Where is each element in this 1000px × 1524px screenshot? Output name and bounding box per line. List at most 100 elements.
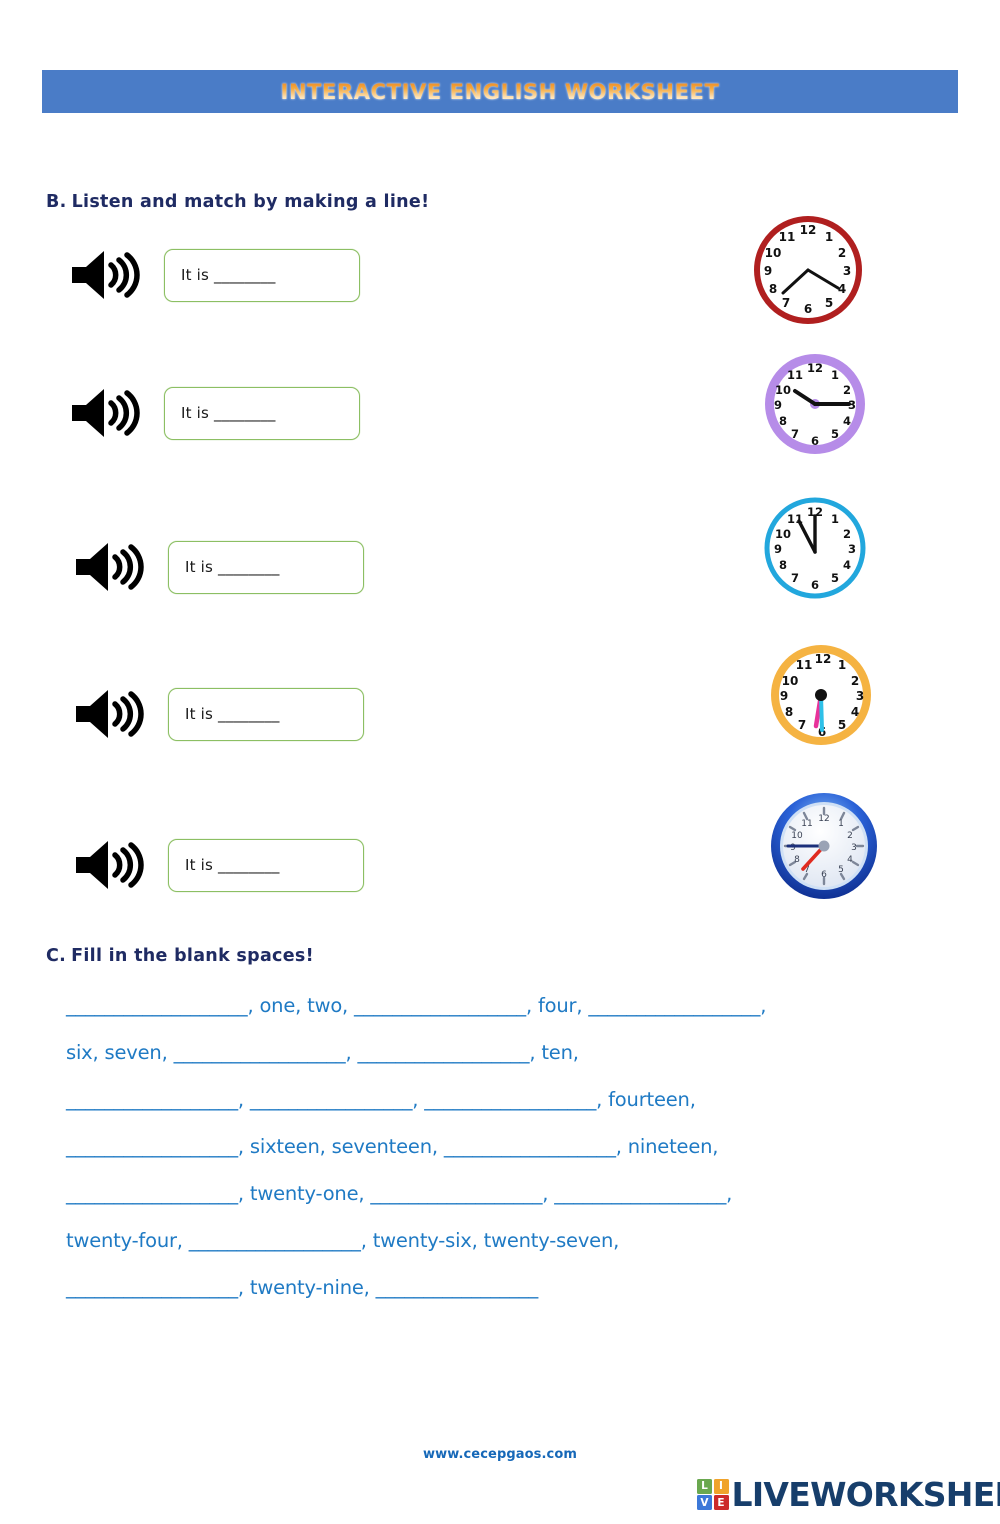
svg-text:9: 9 xyxy=(764,264,772,278)
svg-text:8: 8 xyxy=(785,705,793,719)
worksheet-page: INTERACTIVE ENGLISH WORKSHEET B. Listen a… xyxy=(0,0,1000,1524)
svg-text:7: 7 xyxy=(798,718,806,732)
clock-orange[interactable]: 12 1 2 345 678 9 10 11 xyxy=(766,640,876,750)
clock-red[interactable]: 12 1 2 345 678 9 10 11 xyxy=(752,212,864,328)
section-c-heading: C. Fill in the blank spaces! xyxy=(46,946,314,966)
section-b-letter-text: B. xyxy=(46,192,67,212)
speaker-icon-svg xyxy=(76,841,144,889)
svg-text:6: 6 xyxy=(811,578,819,592)
clock-red-svg: 12 12 345 678 91011 xyxy=(754,216,862,324)
svg-text:5: 5 xyxy=(825,296,833,310)
speaker-icon[interactable] xyxy=(74,838,146,892)
svg-text:4: 4 xyxy=(843,414,851,428)
answer-input-5[interactable]: It is ________ xyxy=(168,838,364,892)
answer-input-4[interactable]: It is ________ xyxy=(168,687,364,741)
svg-text:9: 9 xyxy=(774,398,782,412)
listen-row-2: It is ________ xyxy=(70,386,360,440)
answer-text-2: It is ________ xyxy=(181,404,276,422)
logo-wordmark: LIVEWORKSHEETS xyxy=(731,1475,1000,1514)
svg-text:1: 1 xyxy=(838,658,846,672)
logo-tile-v: V xyxy=(697,1495,712,1511)
svg-text:10: 10 xyxy=(782,674,799,688)
svg-text:8: 8 xyxy=(769,282,777,296)
svg-text:6: 6 xyxy=(804,302,812,316)
site-url[interactable]: www.cecepgaos.com xyxy=(0,1447,1000,1462)
section-b-letter: B. xyxy=(46,192,67,212)
listen-row-4: It is ________ xyxy=(74,687,364,741)
svg-text:6: 6 xyxy=(811,434,819,448)
fill-blank-lines: ___________________, one, two, _________… xyxy=(66,982,956,1311)
listen-row-5: It is ________ xyxy=(74,838,364,892)
section-b-heading: B. Listen and match by making a line! xyxy=(46,192,429,212)
svg-text:2: 2 xyxy=(851,674,859,688)
speaker-icon-svg xyxy=(76,543,144,591)
svg-text:4: 4 xyxy=(851,705,859,719)
logo-tiles: L I V E xyxy=(697,1478,729,1511)
svg-text:9: 9 xyxy=(780,689,788,703)
speaker-icon[interactable] xyxy=(74,540,146,594)
svg-text:11: 11 xyxy=(787,368,803,382)
page-title: INTERACTIVE ENGLISH WORKSHEET xyxy=(280,79,720,104)
fill-blank-line-7[interactable]: __________________, twenty-nine, _______… xyxy=(66,1264,956,1311)
section-c-letter: C. xyxy=(46,946,67,966)
svg-text:12: 12 xyxy=(815,652,832,666)
svg-text:5: 5 xyxy=(831,427,839,441)
answer-input-1[interactable]: It is ________ xyxy=(164,248,360,302)
svg-text:12: 12 xyxy=(818,814,829,824)
svg-text:10: 10 xyxy=(775,527,791,541)
svg-text:12: 12 xyxy=(807,361,823,375)
clock-cyan[interactable]: 12 1 2 345 678 9 10 11 xyxy=(760,494,870,602)
svg-text:8: 8 xyxy=(779,414,787,428)
answer-text-5: It is ________ xyxy=(185,856,280,874)
answer-input-2[interactable]: It is ________ xyxy=(164,386,360,440)
svg-text:1: 1 xyxy=(831,368,839,382)
speaker-icon[interactable] xyxy=(70,386,142,440)
clock-purple-svg: 12 12 345 678 91011 xyxy=(765,354,865,454)
svg-text:7: 7 xyxy=(791,427,799,441)
fill-blank-line-3[interactable]: __________________, _________________, _… xyxy=(66,1076,956,1123)
speaker-icon-svg xyxy=(72,251,140,299)
clock-blue-glossy[interactable]: 12 1 2 345 678 9 10 11 xyxy=(766,790,882,902)
svg-text:11: 11 xyxy=(779,230,796,244)
fill-blank-line-5[interactable]: __________________, twenty-one, ________… xyxy=(66,1170,956,1217)
svg-text:10: 10 xyxy=(775,383,791,397)
answer-input-3[interactable]: It is ________ xyxy=(168,540,364,594)
clock-purple[interactable]: 12 1 2 345 678 9 10 11 xyxy=(760,350,870,458)
answer-text-3: It is ________ xyxy=(185,558,280,576)
speaker-icon[interactable] xyxy=(70,248,142,302)
svg-text:6: 6 xyxy=(821,870,827,880)
svg-text:3: 3 xyxy=(843,264,851,278)
svg-text:10: 10 xyxy=(765,246,782,260)
svg-text:4: 4 xyxy=(843,558,851,572)
svg-text:5: 5 xyxy=(838,865,844,875)
speaker-icon-svg xyxy=(76,690,144,738)
svg-text:5: 5 xyxy=(831,571,839,585)
svg-text:8: 8 xyxy=(779,558,787,572)
section-c-instruction: Fill in the blank spaces! xyxy=(71,946,314,966)
listen-row-3: It is ________ xyxy=(74,540,364,594)
svg-text:1: 1 xyxy=(831,512,839,526)
liveworksheets-logo[interactable]: L I V E LIVEWORKSHEETS xyxy=(697,1478,1000,1511)
svg-text:1: 1 xyxy=(838,819,844,829)
svg-text:3: 3 xyxy=(848,542,856,556)
fill-blank-line-1[interactable]: ___________________, one, two, _________… xyxy=(66,982,956,1029)
fill-blank-line-2[interactable]: six, seven, __________________, ________… xyxy=(66,1029,956,1076)
svg-text:1: 1 xyxy=(825,230,833,244)
fill-blank-line-4[interactable]: __________________, sixteen, seventeen, … xyxy=(66,1123,956,1170)
svg-text:12: 12 xyxy=(800,223,817,237)
svg-text:2: 2 xyxy=(843,527,851,541)
fill-blank-line-6[interactable]: twenty-four, __________________, twenty-… xyxy=(66,1217,956,1264)
speaker-icon-svg xyxy=(72,389,140,437)
svg-text:4: 4 xyxy=(847,855,853,865)
svg-text:3: 3 xyxy=(856,689,864,703)
speaker-icon[interactable] xyxy=(74,687,146,741)
logo-tile-e: E xyxy=(713,1495,729,1511)
answer-text-4: It is ________ xyxy=(185,705,280,723)
logo-tile-l: L xyxy=(697,1478,712,1494)
svg-text:11: 11 xyxy=(801,819,812,829)
clock-orange-svg: 12 12 345 678 91011 xyxy=(771,645,871,745)
svg-text:5: 5 xyxy=(838,718,846,732)
answer-text-1: It is ________ xyxy=(181,266,276,284)
svg-text:2: 2 xyxy=(847,831,853,841)
svg-text:3: 3 xyxy=(851,843,857,853)
